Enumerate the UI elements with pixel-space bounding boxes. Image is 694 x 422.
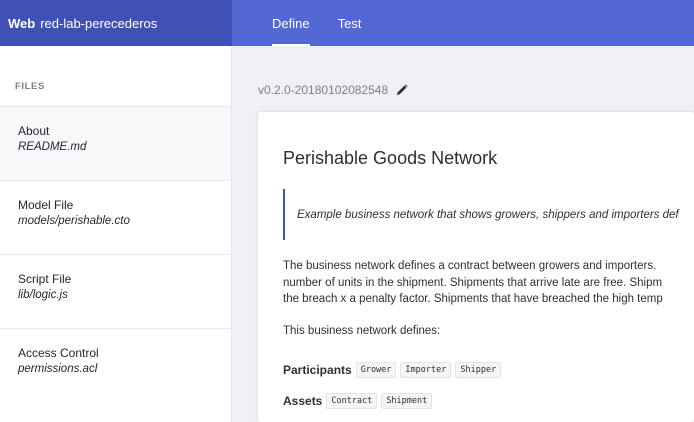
paragraph-line: The business network defines a contract … xyxy=(283,260,657,272)
asset-tag: Shipment xyxy=(381,393,433,409)
brand-web-label: Web xyxy=(8,15,36,31)
sidebar-item-model-file[interactable]: Model File models/perishable.cto xyxy=(0,180,231,254)
participant-tag: Shipper xyxy=(455,362,502,378)
sidebar-item-script-file[interactable]: Script File lib/logic.js xyxy=(0,254,231,328)
assets-row: Assets Contract Shipment xyxy=(283,393,436,409)
brand[interactable]: Web red-lab-perecederos xyxy=(0,0,232,46)
tab-test[interactable]: Test xyxy=(324,0,376,46)
files-heading: FILES xyxy=(15,81,45,92)
participants-label: Participants xyxy=(283,363,352,377)
file-path: permissions.acl xyxy=(18,363,98,375)
participants-row: Participants Grower Importer Shipper xyxy=(283,362,505,378)
assets-label: Assets xyxy=(283,394,323,408)
brand-network-name: red-lab-perecederos xyxy=(40,15,158,31)
top-bar: Web red-lab-perecederos Define Test xyxy=(0,0,694,46)
file-path: models/perishable.cto xyxy=(18,215,130,227)
paragraph-line: number of units in the shipment. Shipmen… xyxy=(283,276,663,289)
asset-tag: Contract xyxy=(326,393,378,409)
readme-card: Perishable Goods Network Example busines… xyxy=(258,112,694,422)
quote-text: Example business network that shows grow… xyxy=(297,208,679,221)
paragraph-line: the breach x a penalty factor. Shipments… xyxy=(283,293,663,305)
page-title: Perishable Goods Network xyxy=(283,148,498,168)
version-row: v0.2.0-20180102082548 xyxy=(258,83,408,97)
sidebar: FILES About README.md Model File models/… xyxy=(0,46,232,422)
sidebar-item-about[interactable]: About README.md xyxy=(0,106,231,180)
version-label: v0.2.0-20180102082548 xyxy=(258,83,389,97)
description-paragraph: The business network defines a contract … xyxy=(283,258,663,308)
file-path: README.md xyxy=(18,141,87,153)
participant-tag: Importer xyxy=(400,362,452,378)
description-quote: Example business network that shows grow… xyxy=(283,189,679,240)
tab-bar: Define Test xyxy=(258,0,375,46)
pencil-icon[interactable] xyxy=(396,84,408,96)
file-title: Script File xyxy=(18,272,72,286)
file-title: Access Control xyxy=(18,346,99,360)
defines-text: This business network defines: xyxy=(283,325,441,337)
file-title: Model File xyxy=(18,198,74,212)
tab-define[interactable]: Define xyxy=(258,0,324,46)
file-path: lib/logic.js xyxy=(18,289,68,301)
sidebar-item-access-control[interactable]: Access Control permissions.acl xyxy=(0,328,231,402)
participant-tag: Grower xyxy=(355,362,397,378)
file-title: About xyxy=(18,124,50,138)
